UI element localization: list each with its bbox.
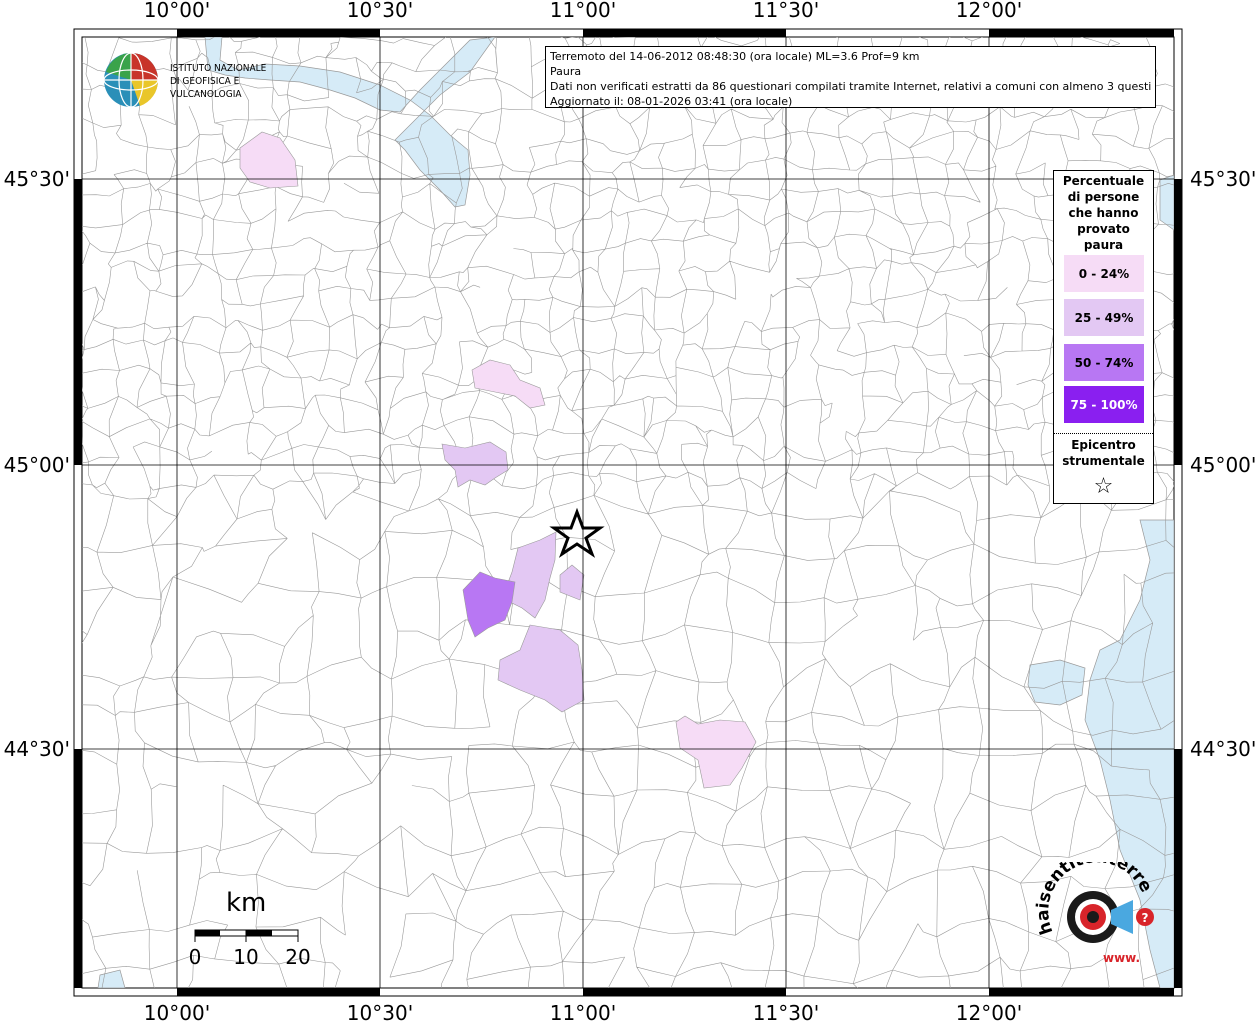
legend-class-0-24: 0 - 24% <box>1064 255 1144 292</box>
data-note: Dati non verificati estratti da 86 quest… <box>550 80 1151 93</box>
lat-label-right-2: 45°00' <box>1190 453 1256 477</box>
lon-label-bottom-4: 11°30' <box>753 1001 819 1024</box>
legend-title-line: di persone <box>1067 190 1140 204</box>
lon-label-bottom-1: 10°00' <box>144 1001 210 1024</box>
legend-class-25-49: 25 - 49% <box>1064 299 1144 336</box>
lat-label-left-2: 45°00' <box>4 453 70 477</box>
legend-epicenter-line: strumentale <box>1062 454 1145 468</box>
lat-label-right-1: 45°30' <box>1190 167 1256 191</box>
lat-label-right-3: 44°30' <box>1190 737 1256 761</box>
legend-title-line: che hanno <box>1068 206 1139 220</box>
legend-star-icon: ☆ <box>1093 474 1114 499</box>
legend-title-line: Percentuale <box>1062 174 1145 188</box>
ingv-line2: DI GEOFISICA E VULCANOLOGIA <box>170 76 242 100</box>
lon-label-top-4: 11°30' <box>753 0 819 22</box>
legend: Percentuale di persone che hanno provato… <box>1053 170 1154 504</box>
lon-label-bottom-2: 10°30' <box>347 1001 413 1024</box>
globe-icon <box>103 52 159 108</box>
update-time: Aggiornato il: 08-01-2026 03:41 (ora loc… <box>550 95 793 108</box>
lon-label-bottom-5: 12°00' <box>956 1001 1022 1024</box>
lat-label-left-1: 45°30' <box>4 167 70 191</box>
event-title: Terremoto del 14-06-2012 08:48:30 (ora l… <box>550 50 920 63</box>
info-icon-glyph: ? <box>1142 911 1149 925</box>
legend-title-line: paura <box>1083 238 1124 252</box>
lon-label-top-1: 10°00' <box>144 0 210 22</box>
lon-label-top-2: 10°30' <box>347 0 413 22</box>
ingv-logo: ISTITUTO NAZIONALE DI GEOFISICA E VULCAN… <box>100 50 310 110</box>
legend-epicenter-label: Epicentro strumentale <box>1054 437 1153 469</box>
lat-label-left-3: 44°30' <box>4 737 70 761</box>
lon-label-top-5: 12°00' <box>956 0 1022 22</box>
event-info-box: Terremoto del 14-06-2012 08:48:30 (ora l… <box>545 46 1156 108</box>
legend-separator <box>1054 433 1153 434</box>
map-area <box>81 36 1175 989</box>
scale-tick-10: 10 <box>233 945 258 966</box>
lon-label-bottom-3: 11°00' <box>550 1001 616 1024</box>
ingv-line1: ISTITUTO NAZIONALE <box>170 63 267 74</box>
legend-class-50-74: 50 - 74% <box>1064 344 1144 381</box>
hsit-logo: haisentitoilterremoto.it ? www. <box>1024 847 1163 974</box>
legend-class-75-100: 75 - 100% <box>1064 386 1144 423</box>
legend-title-line: provato <box>1077 222 1130 236</box>
hsit-prefix: www. <box>1103 951 1140 965</box>
venice-lagoon <box>1159 174 1174 231</box>
scale-bar-graphic: 0 10 20 <box>189 929 311 966</box>
lon-label-top-3: 11°00' <box>550 0 616 22</box>
scale-tick-20: 20 <box>285 945 310 966</box>
hsit-logo-graphic: haisentitoilterremoto.it ? www. <box>1024 847 1156 965</box>
map-parameter: Paura <box>550 65 582 78</box>
legend-epicenter-line: Epicentro <box>1071 438 1136 452</box>
legend-title: Percentuale di persone che hanno provato… <box>1054 171 1153 253</box>
scale-tick-0: 0 <box>189 945 202 966</box>
scale-bar: km 0 10 20 <box>186 886 316 966</box>
